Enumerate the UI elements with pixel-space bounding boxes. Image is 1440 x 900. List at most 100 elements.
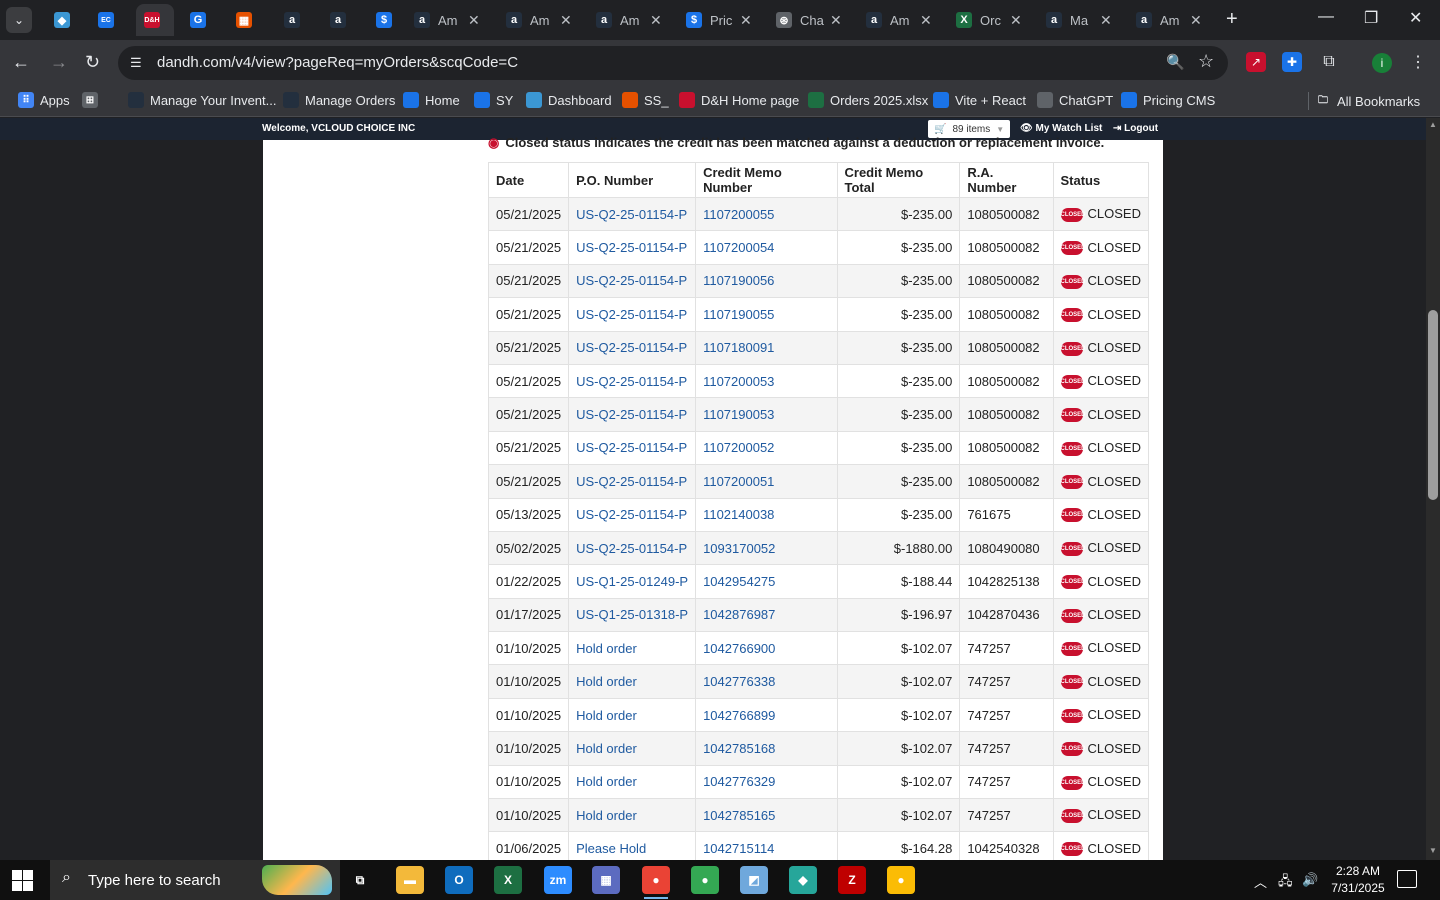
- browser-tab[interactable]: G: [182, 4, 214, 36]
- po-number-link[interactable]: US-Q1-25-01249-P: [568, 564, 697, 599]
- bookmark-item[interactable]: ⠿ Apps: [18, 92, 70, 108]
- po-number-link[interactable]: US-Q2-25-01154-P: [568, 297, 697, 332]
- notification-center-icon[interactable]: [1397, 870, 1417, 888]
- po-number-link[interactable]: US-Q2-25-01154-P: [568, 196, 697, 232]
- po-number-link[interactable]: US-Q2-25-01154-P: [568, 497, 697, 532]
- credit-memo-link[interactable]: 1107190055: [695, 297, 838, 332]
- zoom-icon[interactable]: 🔍: [1166, 53, 1185, 71]
- minimize-icon[interactable]: —: [1318, 8, 1334, 26]
- extensions-icon[interactable]: ⧉: [1319, 52, 1339, 72]
- browser-tab[interactable]: a: [322, 4, 354, 36]
- bookmark-item[interactable]: D&H Home page: [679, 92, 799, 108]
- credit-memo-link[interactable]: 1042776338: [695, 664, 838, 699]
- credit-memo-link[interactable]: 1107200055: [695, 196, 838, 232]
- credit-memo-link[interactable]: 1107190053: [695, 397, 838, 432]
- credit-memo-link[interactable]: 1042876987: [695, 597, 838, 633]
- credit-memo-link[interactable]: 1093170052: [695, 530, 838, 566]
- chrome-icon[interactable]: ●: [887, 866, 915, 894]
- bookmark-item[interactable]: Vite + React: [933, 92, 1026, 108]
- browser-tab[interactable]: a Am ✕: [858, 4, 940, 36]
- browser-tab[interactable]: a Am ✕: [406, 4, 488, 36]
- profile-avatar[interactable]: i: [1372, 53, 1392, 73]
- close-tab-icon[interactable]: ✕: [830, 12, 842, 29]
- credit-memo-link[interactable]: 1102140038: [695, 497, 838, 532]
- menu-kebab-icon[interactable]: ⋮: [1408, 52, 1428, 72]
- bookmark-item[interactable]: Orders 2025.xlsx: [808, 92, 928, 108]
- po-number-link[interactable]: US-Q2-25-01154-P: [568, 263, 697, 299]
- forward-icon[interactable]: →: [50, 52, 68, 73]
- close-tab-icon[interactable]: ✕: [1010, 12, 1022, 29]
- po-number-link[interactable]: Hold order: [568, 798, 697, 833]
- close-tab-icon[interactable]: ✕: [1100, 12, 1112, 29]
- bookmark-item[interactable]: ⊞: [82, 92, 104, 108]
- browser-tab[interactable]: a Am ✕: [498, 4, 580, 36]
- file-explorer-icon[interactable]: ▬: [396, 866, 424, 894]
- browser-tab[interactable]: a: [276, 4, 308, 36]
- all-bookmarks[interactable]: 🗀 All Bookmarks: [1308, 92, 1420, 110]
- close-tab-icon[interactable]: ✕: [740, 12, 752, 29]
- credit-memo-link[interactable]: 1107200054: [695, 230, 838, 265]
- browser-tab[interactable]: EC: [90, 4, 122, 36]
- close-window-icon[interactable]: ✕: [1409, 8, 1422, 28]
- credit-memo-link[interactable]: 1107180091: [695, 330, 838, 365]
- browser-tab[interactable]: ◆: [46, 4, 78, 36]
- po-number-link[interactable]: US-Q1-25-01318-P: [568, 597, 697, 633]
- browser-tab[interactable]: D&H: [136, 4, 174, 36]
- outlook-icon[interactable]: O: [445, 866, 473, 894]
- bookmark-item[interactable]: Pricing CMS: [1121, 92, 1215, 108]
- browser-tab[interactable]: a Am ✕: [1128, 4, 1210, 36]
- credit-memo-link[interactable]: 1042766900: [695, 631, 838, 666]
- chrome-icon[interactable]: ●: [691, 866, 719, 894]
- calculator-icon[interactable]: ▦: [592, 866, 620, 894]
- bookmark-item[interactable]: Home: [403, 92, 460, 108]
- po-number-link[interactable]: US-Q2-25-01154-P: [568, 530, 697, 566]
- credit-memo-link[interactable]: 1107190056: [695, 263, 838, 299]
- close-tab-icon[interactable]: ✕: [920, 12, 932, 29]
- tab-search-icon[interactable]: ⌄: [6, 7, 32, 33]
- close-tab-icon[interactable]: ✕: [1190, 12, 1202, 29]
- taskbar-search[interactable]: ⌕ Type here to search: [50, 860, 340, 900]
- credit-memo-link[interactable]: 1042785168: [695, 731, 838, 766]
- po-number-link[interactable]: Hold order: [568, 731, 697, 766]
- credit-memo-link[interactable]: 1107200051: [695, 464, 838, 499]
- credit-memo-link[interactable]: 1042954275: [695, 564, 838, 599]
- po-number-link[interactable]: US-Q2-25-01154-P: [568, 430, 697, 466]
- close-tab-icon[interactable]: ✕: [560, 12, 572, 29]
- browser-tab[interactable]: a Ma ✕: [1038, 4, 1120, 36]
- po-number-link[interactable]: US-Q2-25-01154-P: [568, 464, 697, 499]
- po-number-link[interactable]: Hold order: [568, 764, 697, 800]
- bookmark-item[interactable]: SY: [474, 92, 513, 108]
- po-number-link[interactable]: Hold order: [568, 664, 697, 699]
- extension-arrow-icon[interactable]: ↗: [1246, 52, 1266, 72]
- po-number-link[interactable]: US-Q2-25-01154-P: [568, 330, 697, 365]
- close-tab-icon[interactable]: ✕: [650, 12, 662, 29]
- address-bar[interactable]: ☰ dandh.com/v4/view?pageReq=myOrders&scq…: [118, 46, 1228, 80]
- browser-tab[interactable]: X Orc ✕: [948, 4, 1030, 36]
- chrome-icon[interactable]: ●: [642, 866, 670, 899]
- po-number-link[interactable]: Hold order: [568, 631, 697, 666]
- bookmark-item[interactable]: Dashboard: [526, 92, 612, 108]
- taskbar-clock[interactable]: 2:28 AM 7/31/2025: [1320, 863, 1396, 897]
- start-button[interactable]: [12, 870, 34, 892]
- bookmark-item[interactable]: SS_: [622, 92, 669, 108]
- scroll-down-icon[interactable]: ▼: [1429, 846, 1437, 855]
- tray-chevron-up-icon[interactable]: ︿: [1254, 872, 1267, 891]
- browser-tab[interactable]: ⊛ Cha ✕: [768, 4, 850, 36]
- site-info-icon[interactable]: ☰: [130, 55, 142, 71]
- bookmark-item[interactable]: Manage Your Invent...: [128, 92, 276, 108]
- browser-tab[interactable]: a Am ✕: [588, 4, 670, 36]
- extension-puzzle-blue-icon[interactable]: ✚: [1282, 52, 1302, 72]
- po-number-link[interactable]: Hold order: [568, 697, 697, 733]
- new-tab-button[interactable]: +: [1226, 8, 1238, 31]
- scroll-up-icon[interactable]: ▲: [1429, 120, 1437, 129]
- credit-memo-link[interactable]: 1107200053: [695, 363, 838, 399]
- scrollbar-thumb[interactable]: [1428, 310, 1438, 500]
- diamond-app-icon[interactable]: ◆: [789, 866, 817, 894]
- po-number-link[interactable]: US-Q2-25-01154-P: [568, 397, 697, 432]
- restore-icon[interactable]: ❐: [1364, 8, 1378, 28]
- vertical-scrollbar[interactable]: ▲ ▼: [1426, 118, 1440, 860]
- po-number-link[interactable]: Please Hold: [568, 831, 697, 860]
- po-number-link[interactable]: US-Q2-25-01154-P: [568, 230, 697, 265]
- notes-icon[interactable]: ◩: [740, 866, 768, 894]
- credit-memo-link[interactable]: 1042766899: [695, 697, 838, 733]
